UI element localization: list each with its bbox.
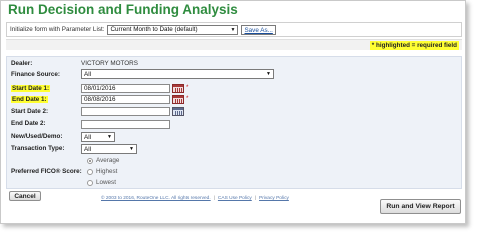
cancel-button[interactable]: Cancel bbox=[9, 191, 41, 201]
calendar-icon[interactable] bbox=[172, 95, 184, 104]
radio-icon bbox=[87, 179, 93, 186]
privacy-policy-link[interactable]: Privacy Policy bbox=[259, 196, 289, 201]
copyright-link[interactable]: © 2003 to 2016, RouteOne LLC. All rights… bbox=[101, 196, 211, 201]
end-date-2-input[interactable] bbox=[81, 120, 170, 129]
required-note: * highlighted = required field bbox=[369, 41, 459, 50]
cas-use-policy-link[interactable]: CAS Use Policy bbox=[218, 196, 252, 201]
fico-option-average[interactable]: Average bbox=[87, 156, 119, 165]
transaction-type-value: All bbox=[84, 145, 91, 153]
fico-label: Preferred FICO® Score: bbox=[11, 168, 82, 175]
parameter-list-label: Initialize form with Parameter List: bbox=[10, 26, 105, 33]
new-used-demo-value: All bbox=[84, 133, 91, 141]
form-panel: Dealer: VICTORY MOTORS Finance Source: A… bbox=[6, 56, 462, 189]
footer: © 2003 to 2016, RouteOne LLC. All rights… bbox=[101, 196, 289, 201]
dealer-value: VICTORY MOTORS bbox=[81, 60, 138, 67]
chevron-down-icon: ▼ bbox=[129, 146, 134, 152]
chevron-down-icon: ▼ bbox=[266, 71, 271, 77]
start-date-2-row: Start Date 2: bbox=[11, 106, 48, 117]
footer-separator: | bbox=[213, 196, 215, 201]
required-asterisk: * bbox=[186, 95, 189, 102]
finance-source-select[interactable]: All ▼ bbox=[81, 69, 274, 79]
dealer-row: Dealer: bbox=[11, 58, 32, 69]
start-date-2-input[interactable] bbox=[81, 107, 170, 116]
end-date-1-row: End Date 1: bbox=[11, 94, 48, 105]
finance-source-value: All bbox=[84, 70, 91, 78]
end-date-2-label: End Date 2: bbox=[11, 120, 46, 127]
required-bar: * highlighted = required field bbox=[6, 39, 462, 50]
start-date-1-input[interactable]: 08/01/2016 bbox=[81, 84, 170, 93]
calendar-icon[interactable] bbox=[172, 84, 184, 93]
fico-option-lowest[interactable]: Lowest bbox=[87, 178, 116, 187]
parameter-bar: Initialize form with Parameter List: Cur… bbox=[6, 22, 462, 37]
save-as-link[interactable]: Save As... bbox=[241, 24, 276, 35]
fico-row: Preferred FICO® Score: bbox=[11, 166, 82, 177]
parameter-list-value: Current Month to Date (default) bbox=[110, 26, 198, 33]
fico-option-highest[interactable]: Highest bbox=[87, 167, 117, 176]
finance-source-row: Finance Source: bbox=[11, 69, 60, 80]
end-date-1-label: End Date 1: bbox=[11, 96, 48, 103]
radio-icon bbox=[87, 168, 93, 175]
run-and-view-report-button[interactable]: Run and View Report bbox=[380, 199, 461, 214]
chevron-down-icon: ▼ bbox=[230, 26, 236, 33]
end-date-1-input[interactable]: 08/08/2016 bbox=[81, 95, 170, 104]
transaction-type-select[interactable]: All ▼ bbox=[81, 144, 137, 154]
new-used-demo-row: New/Used/Demo: bbox=[11, 131, 62, 142]
calendar-icon[interactable] bbox=[172, 107, 184, 116]
new-used-demo-label: New/Used/Demo: bbox=[11, 133, 63, 140]
chevron-down-icon: ▼ bbox=[107, 134, 112, 140]
finance-source-label: Finance Source: bbox=[11, 71, 60, 78]
fico-option-label: Lowest bbox=[96, 179, 116, 186]
required-asterisk: * bbox=[186, 84, 189, 91]
dealer-label: Dealer: bbox=[11, 60, 33, 67]
report-window: Run Decision and Funding Analysis Initia… bbox=[0, 0, 466, 224]
new-used-demo-select[interactable]: All ▼ bbox=[81, 132, 115, 142]
fico-option-label: Average bbox=[96, 157, 120, 164]
transaction-type-label: Transaction Type: bbox=[11, 145, 65, 152]
radio-checked-icon bbox=[87, 157, 93, 164]
footer-separator: | bbox=[254, 196, 257, 201]
end-date-2-row: End Date 2: bbox=[11, 118, 46, 129]
start-date-2-label: Start Date 2: bbox=[11, 108, 49, 115]
start-date-1-label: Start Date 1: bbox=[11, 85, 51, 92]
transaction-type-row: Transaction Type: bbox=[11, 143, 64, 154]
page-title: Run Decision and Funding Analysis bbox=[8, 2, 238, 17]
start-date-1-row: Start Date 1: bbox=[11, 83, 51, 94]
fico-option-label: Highest bbox=[96, 168, 118, 175]
parameter-list-select[interactable]: Current Month to Date (default) ▼ bbox=[107, 24, 239, 35]
